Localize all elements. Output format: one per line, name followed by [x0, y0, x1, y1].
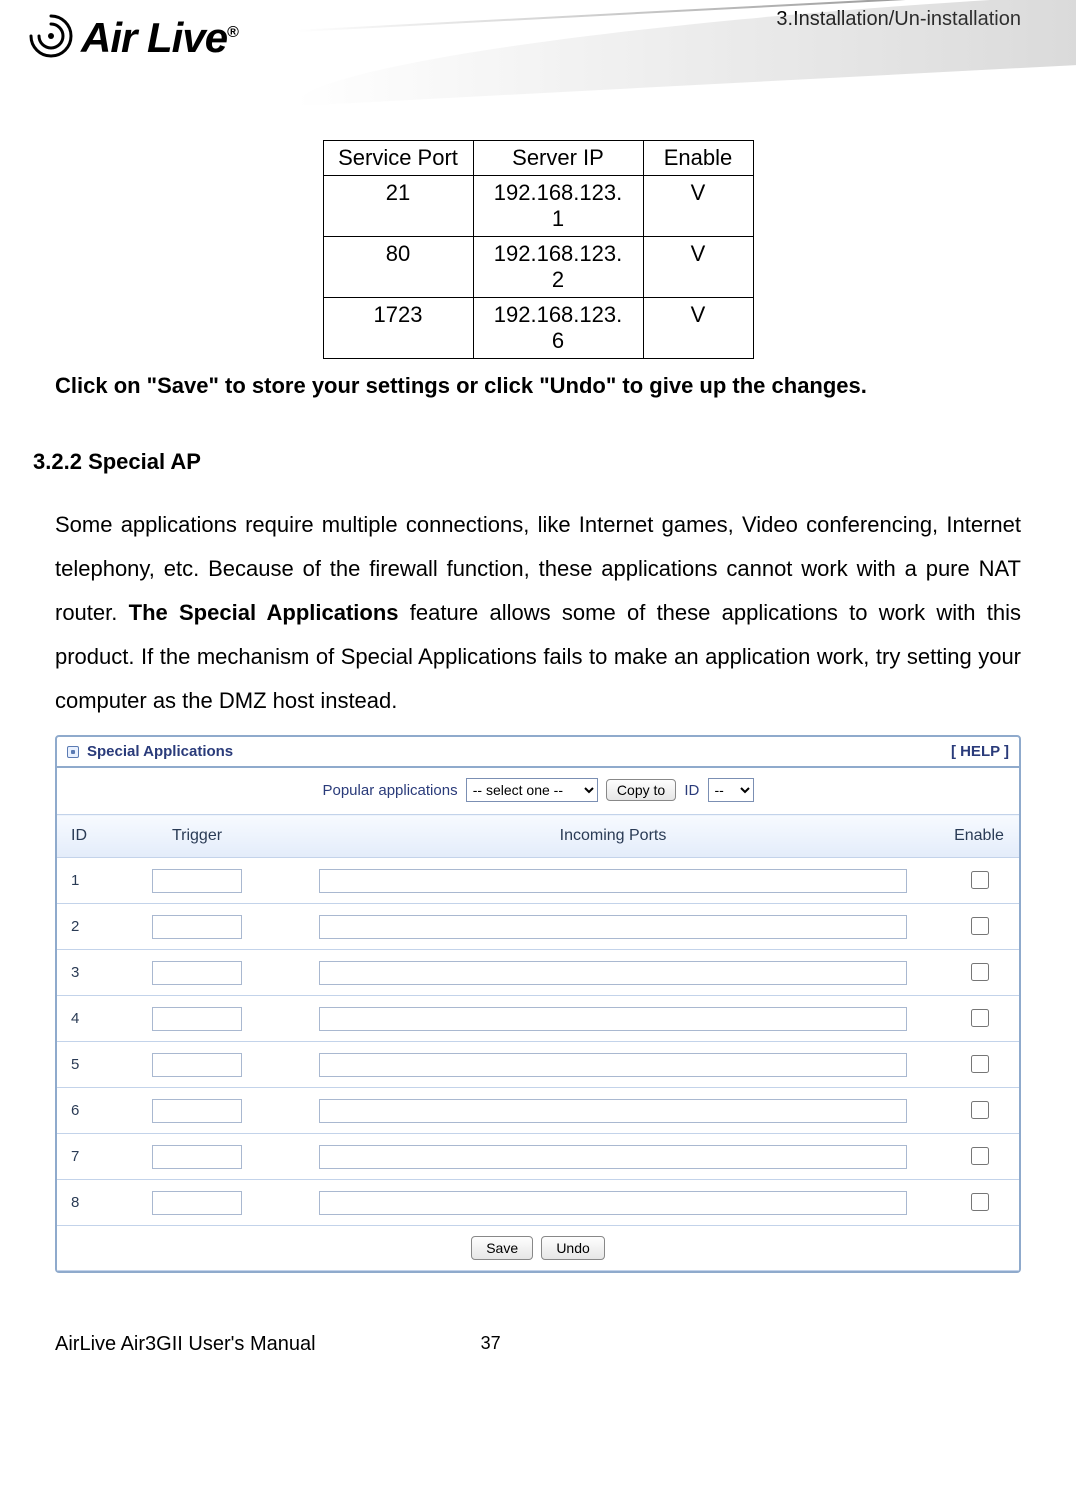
trigger-input[interactable] [152, 1145, 242, 1169]
enable-cell: V [643, 176, 753, 237]
enable-checkbox[interactable] [971, 1147, 989, 1165]
id-label: ID [684, 782, 699, 799]
table-row: 21192.168.123.1V [323, 176, 753, 237]
trigger-input[interactable] [152, 961, 242, 985]
popular-apps-row: Popular applications -- select one -- Co… [57, 768, 1019, 814]
enable-cell: V [643, 298, 753, 359]
section-paragraph: Some applications require multiple conne… [55, 503, 1021, 723]
incoming-ports-input[interactable] [319, 915, 908, 939]
incoming-ports-input[interactable] [319, 1145, 908, 1169]
incoming-ports-input[interactable] [319, 961, 908, 985]
copy-to-button[interactable]: Copy to [606, 779, 676, 801]
save-button[interactable]: Save [471, 1236, 533, 1260]
special-applications-panel: Special Applications [ HELP ] Popular ap… [55, 735, 1021, 1273]
special-apps-table: ID Trigger Incoming Ports Enable 1234567… [57, 814, 1019, 1271]
enable-checkbox[interactable] [971, 917, 989, 935]
copy-to-id-select[interactable]: -- [708, 778, 754, 802]
ip-cell: 192.168.123.2 [473, 237, 643, 298]
trigger-input[interactable] [152, 1053, 242, 1077]
panel-title-text: Special Applications [87, 743, 233, 760]
row-id: 7 [57, 1134, 107, 1180]
brand-logo: Air Live® [25, 10, 238, 72]
footer-manual-title: AirLive Air3GII User's Manual [55, 1333, 316, 1356]
row-id: 3 [57, 950, 107, 996]
header-sweep [295, 0, 1076, 106]
row-id: 2 [57, 904, 107, 950]
table-row: 4 [57, 996, 1019, 1042]
table-row: 7 [57, 1134, 1019, 1180]
row-id: 1 [57, 858, 107, 904]
row-id: 8 [57, 1180, 107, 1226]
enable-col-header: Enable [643, 141, 753, 176]
port-cell: 21 [323, 176, 473, 237]
ip-col-header: Server IP [473, 141, 643, 176]
page-number: 37 [481, 1333, 501, 1356]
apps-col-id: ID [57, 815, 107, 858]
trigger-input[interactable] [152, 1007, 242, 1031]
enable-checkbox[interactable] [971, 1055, 989, 1073]
apps-col-trigger: Trigger [107, 815, 287, 858]
incoming-ports-input[interactable] [319, 1099, 908, 1123]
row-id: 6 [57, 1088, 107, 1134]
subsection-heading: 3.2.2 Special AP [33, 449, 1021, 475]
table-row: 3 [57, 950, 1019, 996]
trigger-input[interactable] [152, 915, 242, 939]
ip-cell: 192.168.123.6 [473, 298, 643, 359]
table-row: 5 [57, 1042, 1019, 1088]
help-link[interactable]: [ HELP ] [951, 743, 1009, 760]
port-mapping-table: Service Port Server IP Enable 21192.168.… [323, 140, 754, 359]
enable-checkbox[interactable] [971, 1193, 989, 1211]
incoming-ports-input[interactable] [319, 1053, 908, 1077]
logo-swirl-icon [25, 10, 77, 72]
page-header: 3.Installation/Un-installation Air Live® [55, 0, 1021, 140]
table-row: 80192.168.123.2V [323, 237, 753, 298]
table-row: 8 [57, 1180, 1019, 1226]
page-footer: AirLive Air3GII User's Manual 37 [55, 1333, 1021, 1356]
table-row: 6 [57, 1088, 1019, 1134]
undo-button[interactable]: Undo [541, 1236, 604, 1260]
trigger-input[interactable] [152, 1191, 242, 1215]
enable-checkbox[interactable] [971, 1101, 989, 1119]
port-col-header: Service Port [323, 141, 473, 176]
trigger-input[interactable] [152, 1099, 242, 1123]
incoming-ports-input[interactable] [319, 1007, 908, 1031]
port-cell: 1723 [323, 298, 473, 359]
row-id: 4 [57, 996, 107, 1042]
port-cell: 80 [323, 237, 473, 298]
table-row: 2 [57, 904, 1019, 950]
table-row: 1723192.168.123.6V [323, 298, 753, 359]
incoming-ports-input[interactable] [319, 869, 908, 893]
enable-checkbox[interactable] [971, 871, 989, 889]
trigger-input[interactable] [152, 869, 242, 893]
table-row: 1 [57, 858, 1019, 904]
ip-cell: 192.168.123.1 [473, 176, 643, 237]
enable-cell: V [643, 237, 753, 298]
panel-bullet-icon [67, 746, 79, 758]
popular-apps-label: Popular applications [322, 782, 457, 799]
apps-col-incoming: Incoming Ports [287, 815, 939, 858]
apps-col-enable: Enable [939, 815, 1019, 858]
panel-titlebar: Special Applications [ HELP ] [57, 737, 1019, 768]
incoming-ports-input[interactable] [319, 1191, 908, 1215]
row-id: 5 [57, 1042, 107, 1088]
enable-checkbox[interactable] [971, 1009, 989, 1027]
enable-checkbox[interactable] [971, 963, 989, 981]
popular-apps-select[interactable]: -- select one -- [466, 778, 598, 802]
save-undo-instruction: Click on "Save" to store your settings o… [55, 373, 1021, 399]
